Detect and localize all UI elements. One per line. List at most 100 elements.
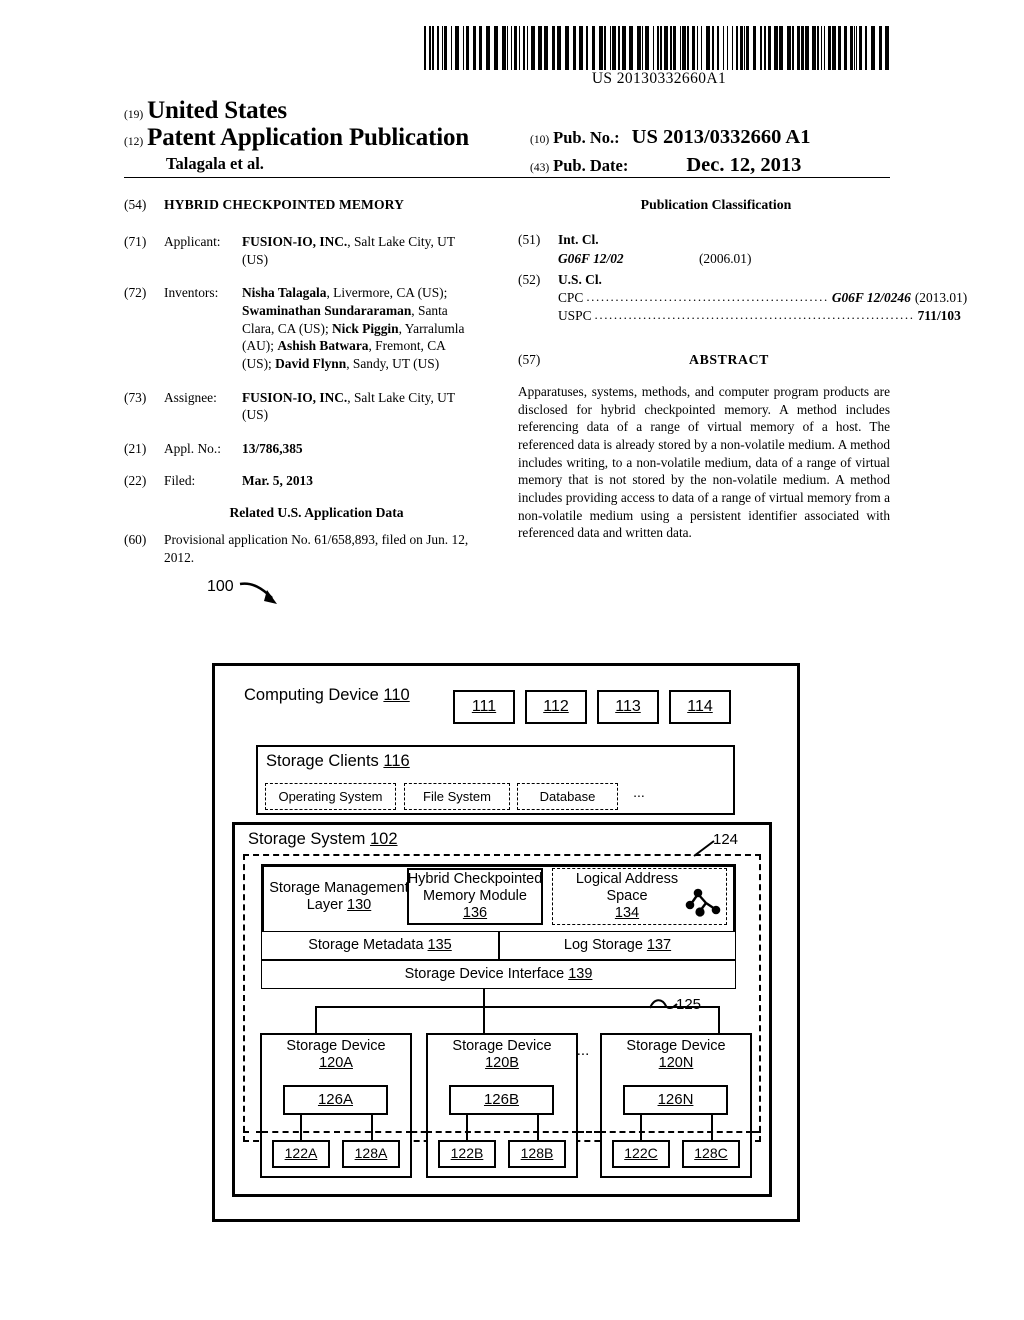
device-n-ref: 120N <box>658 1055 694 1072</box>
storage-device-120N-label: Storage Device 120N <box>600 1038 752 1072</box>
inventor-name: Swaminathan Sundararaman <box>242 303 412 318</box>
top-box-111-label: 111 <box>471 698 497 715</box>
hybrid-ref: 136 <box>462 905 488 922</box>
device-interface-ref: 139 <box>568 966 593 982</box>
storage-metadata-box <box>261 931 499 960</box>
uspc-spacer <box>518 307 558 325</box>
int-cl-spacer <box>518 250 558 268</box>
storage-device-128C-box <box>682 1140 740 1168</box>
us-cl-code: (52) <box>518 271 541 287</box>
storage-system-label: Storage System 102 <box>248 830 508 849</box>
uspc-row: USPC ...................................… <box>518 307 961 325</box>
code-43: (43) <box>530 162 550 174</box>
field-inventors: (72) Inventors: Nisha Talagala, Livermor… <box>124 284 499 372</box>
top-box-111 <box>453 690 515 724</box>
int-cl-code: (51) <box>518 232 541 248</box>
top-box-112-label: 112 <box>543 698 569 715</box>
applicant-value: FUSION-IO, INC., Salt Lake City, UT (US) <box>242 233 499 268</box>
country-name: United States <box>147 97 287 124</box>
tree-graph-icon <box>685 888 721 917</box>
device-n-label-text: Storage Device <box>626 1038 726 1054</box>
inventor-prefix: Clara, CA (US); <box>242 320 333 336</box>
field-appl-no: (21) Appl. No.: 13/786,385 <box>124 440 499 458</box>
storage-device-126B-box <box>449 1085 554 1115</box>
masthead: (19) United States (12) Patent Applicati… <box>124 86 890 176</box>
int-cl-version: (2006.01) <box>698 250 752 266</box>
doctype-line: (12) Patent Application Publication <box>124 124 469 152</box>
filed-value: Mar. 5, 2013 <box>242 472 313 488</box>
publication-classification-heading: Publication Classification <box>640 197 792 212</box>
abstract-code: (57) <box>518 351 541 367</box>
storage-device-122B-label: 122B <box>450 1145 484 1161</box>
assignee-label: Assignee: <box>164 389 217 405</box>
inventor-name: Ashish Batwara <box>277 338 369 354</box>
logical-address-space-label: Logical Address Space 134 <box>552 871 702 922</box>
storage-metadata-label: Storage Metadata 135 <box>261 937 499 954</box>
appl-no-label: Appl. No.: <box>164 441 221 457</box>
barcode-bars <box>424 26 889 70</box>
storage-device-120N-box <box>600 1033 752 1178</box>
inventors-code: (72) <box>124 285 147 301</box>
storage-clients-label-text: Storage Clients <box>266 752 379 770</box>
device-a-label-text: Storage Device <box>286 1038 386 1054</box>
cpc-class: G06F 12/0246 <box>831 290 911 306</box>
bus-125-leader-icon <box>649 999 678 1010</box>
log-storage-label-text: Log Storage <box>563 937 643 953</box>
applicant-line2: (US) <box>242 251 269 267</box>
storage-device-122A-box <box>272 1140 330 1168</box>
hybrid-line2: Memory Module <box>423 888 527 905</box>
device-a-link-right <box>371 1115 373 1143</box>
storage-client-database-label: Database <box>539 789 596 804</box>
int-cl-class: G06F 12/02 <box>558 250 624 266</box>
country-line: (19) United States <box>124 97 287 125</box>
authors: Talagala et al. <box>166 154 264 173</box>
appl-no-value: 13/786,385 <box>242 441 303 457</box>
assignee-code: (73) <box>124 389 147 405</box>
appl-no-code: (21) <box>124 441 147 457</box>
field-assignee: (73) Assignee: FUSION-IO, INC., Salt Lak… <box>124 389 499 424</box>
las-ref: 134 <box>614 905 640 922</box>
storage-management-group <box>261 864 736 982</box>
storage-device-128A-label: 128A <box>354 1145 388 1161</box>
uspc-line: USPC ...................................… <box>558 307 961 325</box>
mgmt-line1: Storage Management <box>269 880 409 896</box>
computing-device-box <box>212 663 800 1222</box>
storage-device-128A-box <box>342 1140 400 1168</box>
storage-device-126A-label: 126A <box>317 1091 354 1108</box>
pubno-value: US 2013/0332660 A1 <box>631 126 811 148</box>
assignee-rest: , Salt Lake City, UT <box>347 389 456 405</box>
cpc-label: CPC <box>558 290 584 306</box>
inventor-prefix: (US); <box>242 356 276 372</box>
boundary-124-cross-n <box>600 1131 752 1133</box>
inventors-label: Inventors: <box>164 285 219 301</box>
storage-system-box <box>232 822 772 1197</box>
boundary-124-cross-gap2 <box>578 1131 600 1133</box>
storage-client-operating-system <box>265 783 396 810</box>
boundary-124-cross-a <box>262 1131 412 1133</box>
bus-horizontal <box>315 1006 720 1008</box>
storage-device-126B-label: 126B <box>483 1091 520 1108</box>
authors-line: Talagala et al. <box>166 154 264 174</box>
storage-system-label-text: Storage System <box>248 830 366 848</box>
storage-clients-ellipsis: ... <box>633 784 645 800</box>
storage-device-122C-box <box>612 1140 670 1168</box>
device-b-ref: 120B <box>485 1055 519 1072</box>
storage-clients-label: Storage Clients 116 <box>266 752 506 771</box>
mgmt-line2: Layer <box>306 897 344 914</box>
storage-client-file-system-label: File System <box>423 789 491 804</box>
storage-device-122B-box <box>438 1140 496 1168</box>
hybrid-line1: Hybrid Checkpointed <box>407 871 543 887</box>
inventor-name: Nisha Talagala <box>242 285 327 301</box>
top-box-114-label: 114 <box>687 698 713 715</box>
inventor-location: , Santa <box>411 303 448 318</box>
logical-address-space-box <box>552 868 727 925</box>
applicant-rest: , Salt Lake City, UT <box>347 233 456 249</box>
metadata-ref: 135 <box>427 937 452 953</box>
devices-ellipsis: ... <box>576 1042 590 1059</box>
storage-device-128C-label: 128C <box>694 1145 728 1161</box>
device-interface-label-text: Storage Device Interface <box>404 966 565 982</box>
log-storage-label: Log Storage 137 <box>499 937 736 954</box>
pubdate-label: Pub. Date: <box>553 156 629 175</box>
pubdate-value: Dec. 12, 2013 <box>686 154 802 176</box>
int-cl-value: G06F 12/02 (2006.01) <box>558 250 890 268</box>
